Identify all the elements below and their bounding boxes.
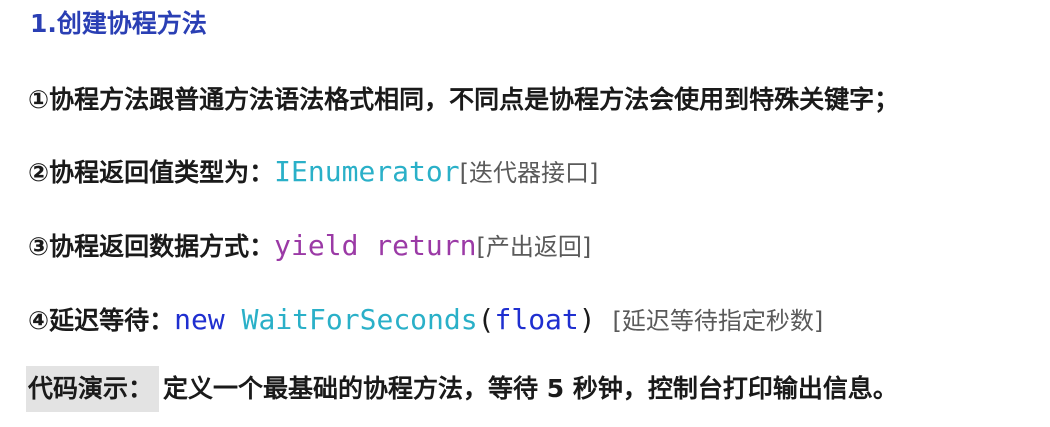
point-4-label: ④延迟等待： bbox=[28, 306, 175, 335]
point-2-code-type: IEnumerator bbox=[274, 155, 460, 188]
point-4: ④延迟等待：new WaitForSeconds(float) [延迟等待指定秒… bbox=[28, 300, 823, 341]
document-page: 1.创建协程方法 ①协程方法跟普通方法语法格式相同，不同点是协程方法会使用到特殊… bbox=[0, 0, 1050, 427]
point-2-label: ②协程返回值类型为： bbox=[28, 158, 275, 187]
point-4-note: [延迟等待指定秒数] bbox=[612, 307, 824, 335]
point-3: ③协程返回数据方式：yield return[产出返回] bbox=[28, 226, 591, 267]
point-4-paren-close: ) bbox=[578, 303, 596, 336]
point-3-code-keyword: yield return bbox=[274, 229, 477, 262]
demo-label: 代码演示： bbox=[26, 366, 160, 412]
point-4-paren-open: ( bbox=[477, 303, 495, 336]
point-4-code-new: new bbox=[174, 303, 225, 336]
point-3-note: [产出返回] bbox=[476, 233, 592, 261]
section-heading: 1.创建协程方法 bbox=[30, 9, 207, 38]
point-1: ①协程方法跟普通方法语法格式相同，不同点是协程方法会使用到特殊关键字； bbox=[28, 80, 899, 120]
demo-text: 定义一个最基础的协程方法，等待 5 秒钟，控制台打印输出信息。 bbox=[163, 374, 898, 403]
demo-line: 代码演示： 定义一个最基础的协程方法，等待 5 秒钟，控制台打印输出信息。 bbox=[26, 366, 898, 412]
point-2-note: [迭代器接口] bbox=[459, 159, 599, 187]
point-3-label: ③协程返回数据方式： bbox=[28, 232, 275, 261]
point-4-code-arg: float bbox=[494, 303, 579, 336]
point-4-code-type: WaitForSeconds bbox=[241, 303, 478, 336]
point-1-text: ①协程方法跟普通方法语法格式相同，不同点是协程方法会使用到特殊关键字； bbox=[28, 85, 900, 114]
point-2: ②协程返回值类型为：IEnumerator[迭代器接口] bbox=[28, 152, 598, 193]
